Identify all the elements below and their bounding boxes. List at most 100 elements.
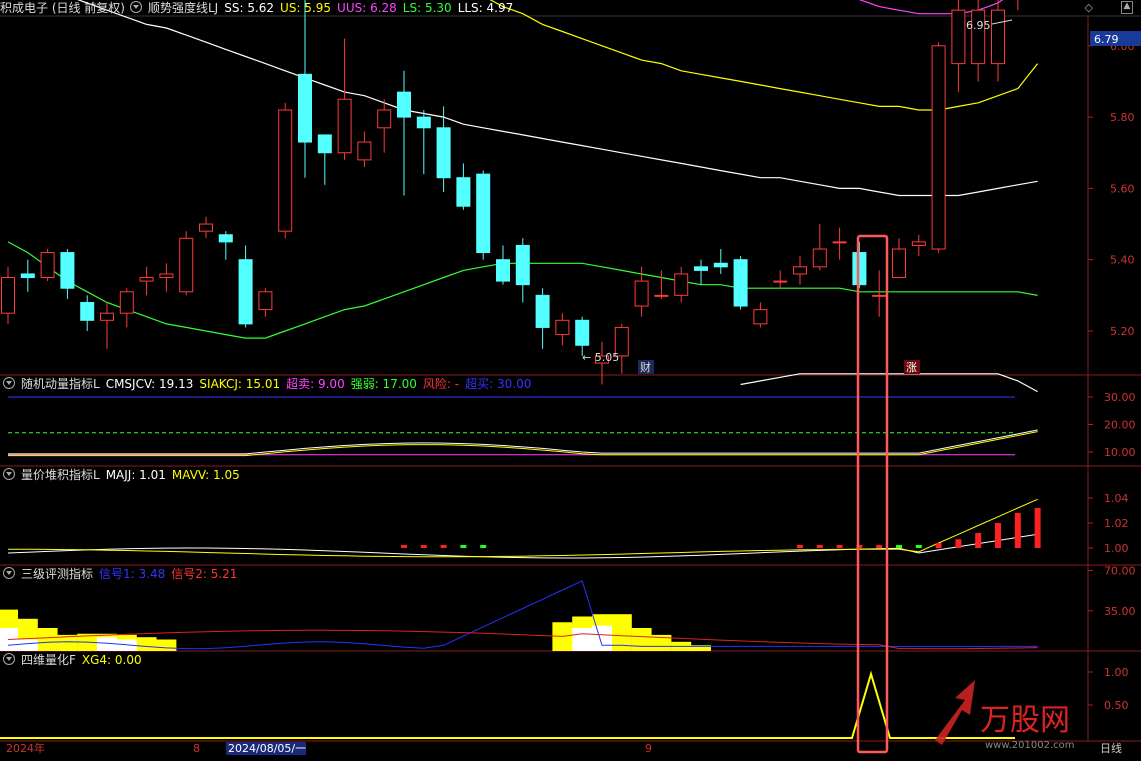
panel2-tick: 20.00 [1104,419,1136,432]
panel2-items: CMSJCV: 19.13 SIAKCJ: 15.01 超卖: 9.00 强弱: 17… [106,377,538,391]
legend-item: 信号2: 5.21 [171,567,238,581]
main-panel-header: 积成电子 (日线 前复权) 顺势强度线LJ SS: 5.62 US: 5.95 UUS:… [0,0,525,16]
candle-body [733,259,748,307]
legend-item: 信号1: 3.48 [99,567,166,581]
indicator-name: 顺势强度线LJ [148,1,219,15]
volume-bar [955,539,962,548]
candle-body [298,73,312,143]
small-bar [797,545,803,548]
dropdown-icon[interactable] [3,653,15,665]
dropdown-icon[interactable] [3,567,15,579]
series-line-SS [77,0,1038,197]
legend-item: 超卖: 9.00 [286,377,345,391]
cmsjcv-line [8,429,1038,455]
legend-item: 强弱: 17.00 [350,377,417,391]
dropdown-icon[interactable] [130,1,142,13]
axis-month9: 9 [645,742,652,755]
price-tick-label: 5.80 [1110,111,1135,124]
candle-body [812,248,827,268]
watermark-url: www.201002.com [985,740,1075,751]
legend-item: US: 5.95 [280,1,332,15]
candle-body [991,9,1005,65]
signal-bar [156,639,177,651]
candle-body [218,234,233,243]
candle-body [773,280,788,283]
volume-bar [1014,513,1021,548]
header-items: SS: 5.62 US: 5.95 UUS: 6.28 LS: 5.30 LLS: 4.… [224,1,519,15]
candle-body [713,262,728,268]
panel2-tick: 30.00 [1104,391,1136,404]
signal-bar-white [592,625,612,651]
candle-body [555,319,570,336]
candle-body [139,277,154,282]
panel5-tick: 1.00 [1104,666,1129,679]
panel3-tick: 1.00 [1104,542,1129,555]
small-bar [915,545,922,548]
price-tick-label: 5.40 [1110,254,1135,267]
panel4-tick: 70.00 [1104,565,1136,578]
panel3-header: 量价堆积指标L MAJJ: 1.01 MAVV: 1.05 [0,467,252,483]
candle-body [40,252,55,279]
candle-body [515,244,530,286]
panel2-tick: 10.00 [1104,446,1136,459]
badge-cai: 财 [640,360,651,374]
candle-body [832,241,847,244]
panel3-name: 量价堆积指标L [21,468,100,482]
dropdown-icon[interactable] [3,468,15,480]
small-bar [480,545,487,548]
legend-item: 风险: - [422,377,460,391]
panel3-tick: 1.04 [1104,492,1129,505]
candle-body [496,259,510,282]
candle-body [278,109,293,232]
small-bar [876,545,883,548]
panel4-tick: 35.00 [1104,605,1136,618]
candle-body [60,252,75,289]
panel2-name: 随机动量指标L [21,377,100,391]
panel3-tick: 1.02 [1104,517,1129,530]
candle-body [416,116,431,129]
siakcj-line [8,431,1038,457]
scroll-up-icon[interactable]: ▲ [1121,1,1133,14]
candle-body [951,9,966,65]
legend-item: MAJJ: 1.01 [105,468,166,482]
panel5-name: 四维量化F [21,653,76,667]
candle-body [654,294,669,297]
stock-title: 积成电子 (日线 前复权) [0,1,125,15]
candle-body [80,301,95,321]
legend-item: SS: 5.62 [224,1,275,15]
small-bar [836,545,843,548]
small-bar [896,545,902,548]
axis-date: 2024/08/05/一 [228,742,306,755]
signal-bar [136,637,157,651]
small-bar [440,545,447,548]
candle-body [852,252,867,286]
candle-body [674,273,689,296]
candle-body [694,266,708,271]
diamond-icon[interactable]: ◇ [1085,1,1093,14]
volume-bar [995,523,1001,548]
candle-body [1,277,15,314]
candle-body [753,309,768,325]
candle-body [931,45,946,250]
panel3-items: MAJJ: 1.01 MAVV: 1.05 [106,468,246,482]
axis-period: 日线 [1100,741,1122,755]
candle-body [179,237,194,293]
price-tick-label: 5.60 [1110,182,1135,195]
candle-body [317,134,332,154]
candle-body [238,259,253,325]
small-bar [816,545,823,548]
panel2-header: 随机动量指标L CMSJCV: 19.13 SIAKCJ: 15.01 超卖: 9.0… [0,376,543,392]
low-annotation: ← 5.05 [582,351,619,364]
small-bar [420,545,427,548]
xg4-line [0,670,1015,739]
high-annotation: 6.95 [966,19,991,32]
series-line-LLS [740,373,1038,393]
signal-bar [37,628,58,651]
candle-body [199,223,213,232]
legend-item: CMSJCV: 19.13 [105,377,194,391]
axis-month8: 8 [193,742,200,755]
volume-bar [935,543,942,548]
signal1-line [7,580,1038,650]
dropdown-icon[interactable] [3,377,15,389]
candle-body [337,98,352,154]
